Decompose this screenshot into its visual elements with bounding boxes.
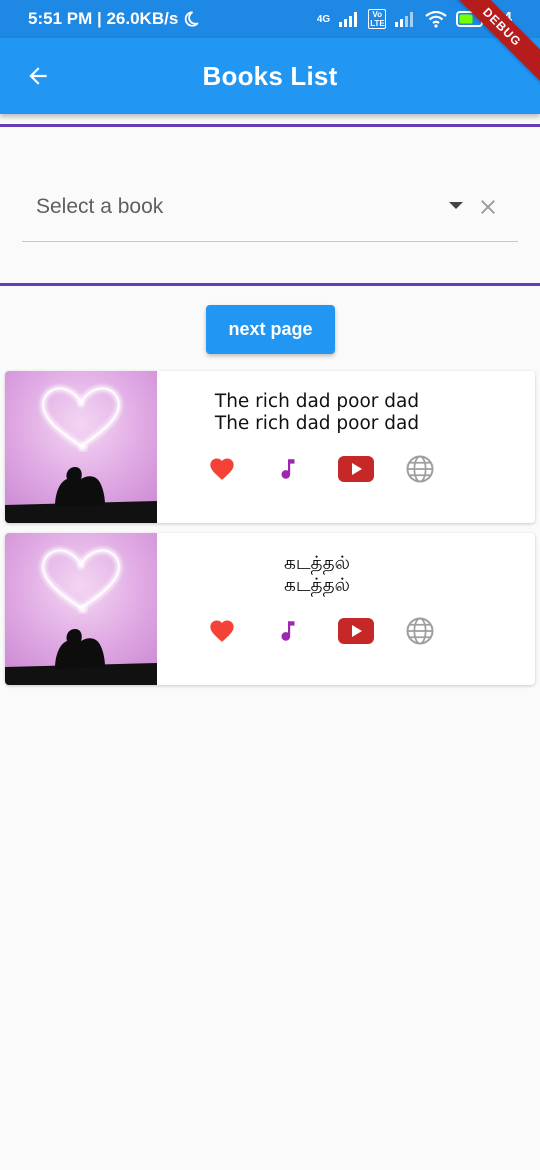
favorite-button[interactable] [204, 454, 240, 484]
book-title-line: கடத்தல் [283, 553, 350, 574]
page-title: Books List [202, 60, 338, 91]
music-note-icon [281, 459, 295, 479]
signal-icon [339, 12, 358, 27]
audio-button[interactable] [270, 616, 306, 646]
youtube-icon [338, 618, 374, 644]
top-divider [0, 124, 540, 127]
audio-button[interactable] [270, 454, 306, 484]
music-note-icon [281, 621, 295, 641]
dropdown-arrow-icon[interactable] [449, 202, 463, 209]
signal-icon [395, 12, 414, 27]
app-bar: Books List [0, 38, 540, 114]
book-title: கடத்தல் கடத்தல் [157, 553, 477, 597]
book-actions [157, 616, 477, 646]
book-card-body: கடத்தல் கடத்தல் [157, 533, 535, 685]
dropdown-placeholder: Select a book [36, 194, 164, 218]
book-title: The rich dad poor dad The rich dad poor … [157, 391, 477, 435]
youtube-icon [338, 456, 374, 482]
book-select-dropdown[interactable]: Select a book [22, 172, 518, 242]
book-title-line: The rich dad poor dad [214, 391, 420, 412]
favorite-button[interactable] [204, 616, 240, 646]
bottom-divider [0, 283, 540, 286]
heart-icon [210, 620, 234, 642]
website-button[interactable] [402, 454, 438, 484]
status-bar: 5:51 PM | 26.0KB/s 4G Vo LTE 64 [0, 0, 540, 38]
globe-icon [406, 455, 434, 483]
network-tag: 4G [316, 13, 331, 25]
next-page-button[interactable]: next page [206, 305, 335, 354]
status-left: 5:51 PM | 26.0KB/s [28, 9, 200, 29]
book-cover-image [5, 371, 157, 523]
book-card-body: The rich dad poor dad The rich dad poor … [157, 371, 535, 523]
volte-tag: Vo LTE [368, 9, 387, 29]
youtube-button[interactable] [338, 616, 374, 646]
clear-icon[interactable] [476, 195, 500, 219]
youtube-button[interactable] [338, 454, 374, 484]
heart-icon [210, 458, 234, 480]
book-actions [157, 454, 477, 484]
website-button[interactable] [402, 616, 438, 646]
globe-icon [406, 617, 434, 645]
book-card[interactable]: The rich dad poor dad The rich dad poor … [5, 371, 535, 523]
book-cover-image [5, 533, 157, 685]
moon-icon [185, 11, 199, 27]
book-card[interactable]: கடத்தல் கடத்தல் [5, 533, 535, 685]
book-subtitle-line: கடத்தல் [283, 575, 350, 596]
wifi-icon [425, 10, 447, 28]
book-subtitle-line: The rich dad poor dad [214, 413, 420, 434]
status-time-speed: 5:51 PM | 26.0KB/s [28, 9, 179, 28]
